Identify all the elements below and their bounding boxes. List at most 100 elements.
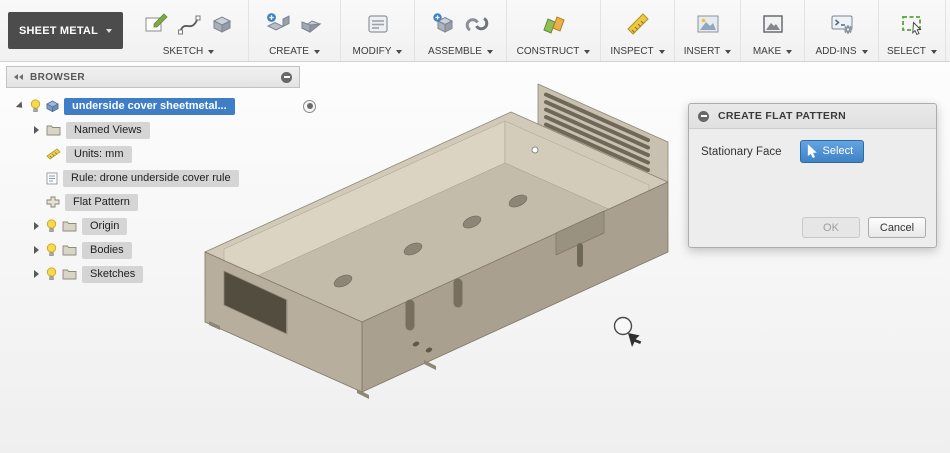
visibility-bulb-icon[interactable] [46, 267, 57, 281]
browser-item-named-views[interactable]: Named Views [6, 118, 318, 142]
canvas-button[interactable] [693, 8, 723, 40]
assemble-menu-label: ASSEMBLE [428, 46, 482, 57]
dock-icon[interactable] [698, 111, 709, 122]
addins-menu-label: ADD-INS [815, 46, 856, 57]
chevron-down-icon [396, 50, 402, 54]
toolbar-group-modify: MODIFY [341, 0, 415, 61]
select-face-button[interactable]: Select [800, 140, 865, 163]
browser-item-bodies[interactable]: Bodies [6, 238, 318, 262]
browser-panel: BROWSER underside cover sheetmetal... Na… [6, 66, 318, 286]
make-menu[interactable]: MAKE [749, 45, 796, 58]
folder-icon [62, 244, 77, 256]
viewport[interactable]: BROWSER underside cover sheetmetal... Na… [0, 62, 950, 453]
chevron-down-icon [786, 50, 792, 54]
spline-button[interactable] [174, 8, 204, 40]
browser-item-label[interactable]: Bodies [82, 242, 132, 259]
browser-tree: underside cover sheetmetal... Named View… [6, 94, 318, 286]
chevron-down-icon [314, 50, 320, 54]
visibility-bulb-icon[interactable] [30, 99, 41, 113]
browser-item-label[interactable]: underside cover sheetmetal... [64, 98, 235, 115]
create-solid-button[interactable] [296, 8, 326, 40]
addins-menu[interactable]: ADD-INS [811, 45, 871, 58]
folder-icon [46, 124, 61, 136]
scripts-addins-button[interactable] [827, 8, 857, 40]
properties-panel-icon [365, 11, 391, 37]
dialog-header[interactable]: CREATE FLAT PATTERN [689, 104, 936, 129]
expand-arrow-icon[interactable] [34, 246, 39, 254]
construct-menu-label: CONSTRUCT [517, 46, 580, 57]
browser-item-units[interactable]: Units: mm [6, 142, 318, 166]
fusion-app: SHEET METAL SKETCH [0, 0, 950, 453]
browser-item-origin[interactable]: Origin [6, 214, 318, 238]
inspect-menu[interactable]: INSPECT [606, 45, 668, 58]
rule-document-icon [46, 172, 58, 185]
toolbar-group-assemble: ASSEMBLE [415, 0, 507, 61]
browser-item-rule[interactable]: Rule: drone underside cover rule [6, 166, 318, 190]
insert-menu[interactable]: INSERT [680, 45, 736, 58]
toolbar: SHEET METAL SKETCH [0, 0, 950, 62]
activate-component-radio[interactable] [303, 100, 316, 113]
browser-item-label[interactable]: Named Views [66, 122, 150, 139]
select-cursor [615, 318, 642, 348]
modify-button[interactable] [363, 8, 393, 40]
window-select-icon [899, 11, 925, 37]
dock-icon[interactable] [281, 72, 292, 83]
modify-menu[interactable]: MODIFY [349, 45, 407, 58]
collapse-panel-icon[interactable] [14, 74, 23, 80]
scripts-addins-icon [829, 11, 855, 37]
workspace-switcher[interactable]: SHEET METAL [8, 12, 123, 49]
visibility-bulb-icon[interactable] [46, 219, 57, 233]
modify-menu-label: MODIFY [353, 46, 392, 57]
cursor-arrow-icon [807, 144, 818, 158]
dialog-body: Stationary Face Select [689, 129, 936, 217]
toolbar-group-make: MAKE [741, 0, 805, 61]
toolbar-group-construct: CONSTRUCT [507, 0, 601, 61]
workspace-label: SHEET METAL [19, 25, 98, 37]
chevron-down-icon [106, 29, 112, 33]
window-select-button[interactable] [897, 8, 927, 40]
browser-item-label[interactable]: Rule: drone underside cover rule [63, 170, 239, 187]
expand-arrow-icon[interactable] [34, 222, 39, 230]
assemble-menu[interactable]: ASSEMBLE [424, 45, 497, 58]
browser-item-sketches[interactable]: Sketches [6, 262, 318, 286]
new-component-button[interactable] [429, 8, 459, 40]
wedge-icon [298, 11, 324, 37]
create-menu[interactable]: CREATE [265, 45, 324, 58]
make-menu-label: MAKE [753, 46, 781, 57]
chevron-down-icon [931, 50, 937, 54]
measure-button[interactable] [623, 8, 653, 40]
browser-item-label[interactable]: Sketches [82, 266, 143, 283]
cancel-button[interactable]: Cancel [868, 217, 926, 238]
expand-arrow-icon[interactable] [16, 101, 25, 110]
select-face-button-label: Select [823, 145, 854, 157]
expand-arrow-icon[interactable] [34, 126, 39, 134]
toolbar-group-inspect: INSPECT [601, 0, 675, 61]
expand-arrow-icon[interactable] [34, 270, 39, 278]
sketch-solid-button[interactable] [207, 8, 237, 40]
toolbar-group-insert: INSERT [675, 0, 741, 61]
dialog-footer: OK Cancel [689, 217, 936, 247]
ok-button[interactable]: OK [802, 217, 860, 238]
make-button[interactable] [758, 8, 788, 40]
construct-menu[interactable]: CONSTRUCT [513, 45, 595, 58]
joint-button[interactable] [462, 8, 492, 40]
create-sketch-button[interactable] [141, 8, 171, 40]
sketch-menu[interactable]: SKETCH [159, 45, 219, 58]
browser-item-label[interactable]: Origin [82, 218, 127, 235]
browser-item-label[interactable]: Flat Pattern [65, 194, 138, 211]
units-ruler-icon [46, 148, 61, 160]
visibility-bulb-icon[interactable] [46, 243, 57, 257]
create-menu-label: CREATE [269, 46, 309, 57]
chevron-down-icon [659, 50, 665, 54]
construction-planes-icon [541, 11, 567, 37]
browser-item-label[interactable]: Units: mm [66, 146, 132, 163]
construct-button[interactable] [539, 8, 569, 40]
browser-item-flat-pattern[interactable]: Flat Pattern [6, 190, 318, 214]
stationary-face-label: Stationary Face [701, 146, 782, 158]
browser-item-root-component[interactable]: underside cover sheetmetal... [6, 94, 318, 118]
flange-button[interactable] [263, 8, 293, 40]
select-menu[interactable]: SELECT [883, 45, 941, 58]
chevron-down-icon [862, 50, 868, 54]
select-menu-label: SELECT [887, 46, 926, 57]
3d-print-icon [760, 11, 786, 37]
